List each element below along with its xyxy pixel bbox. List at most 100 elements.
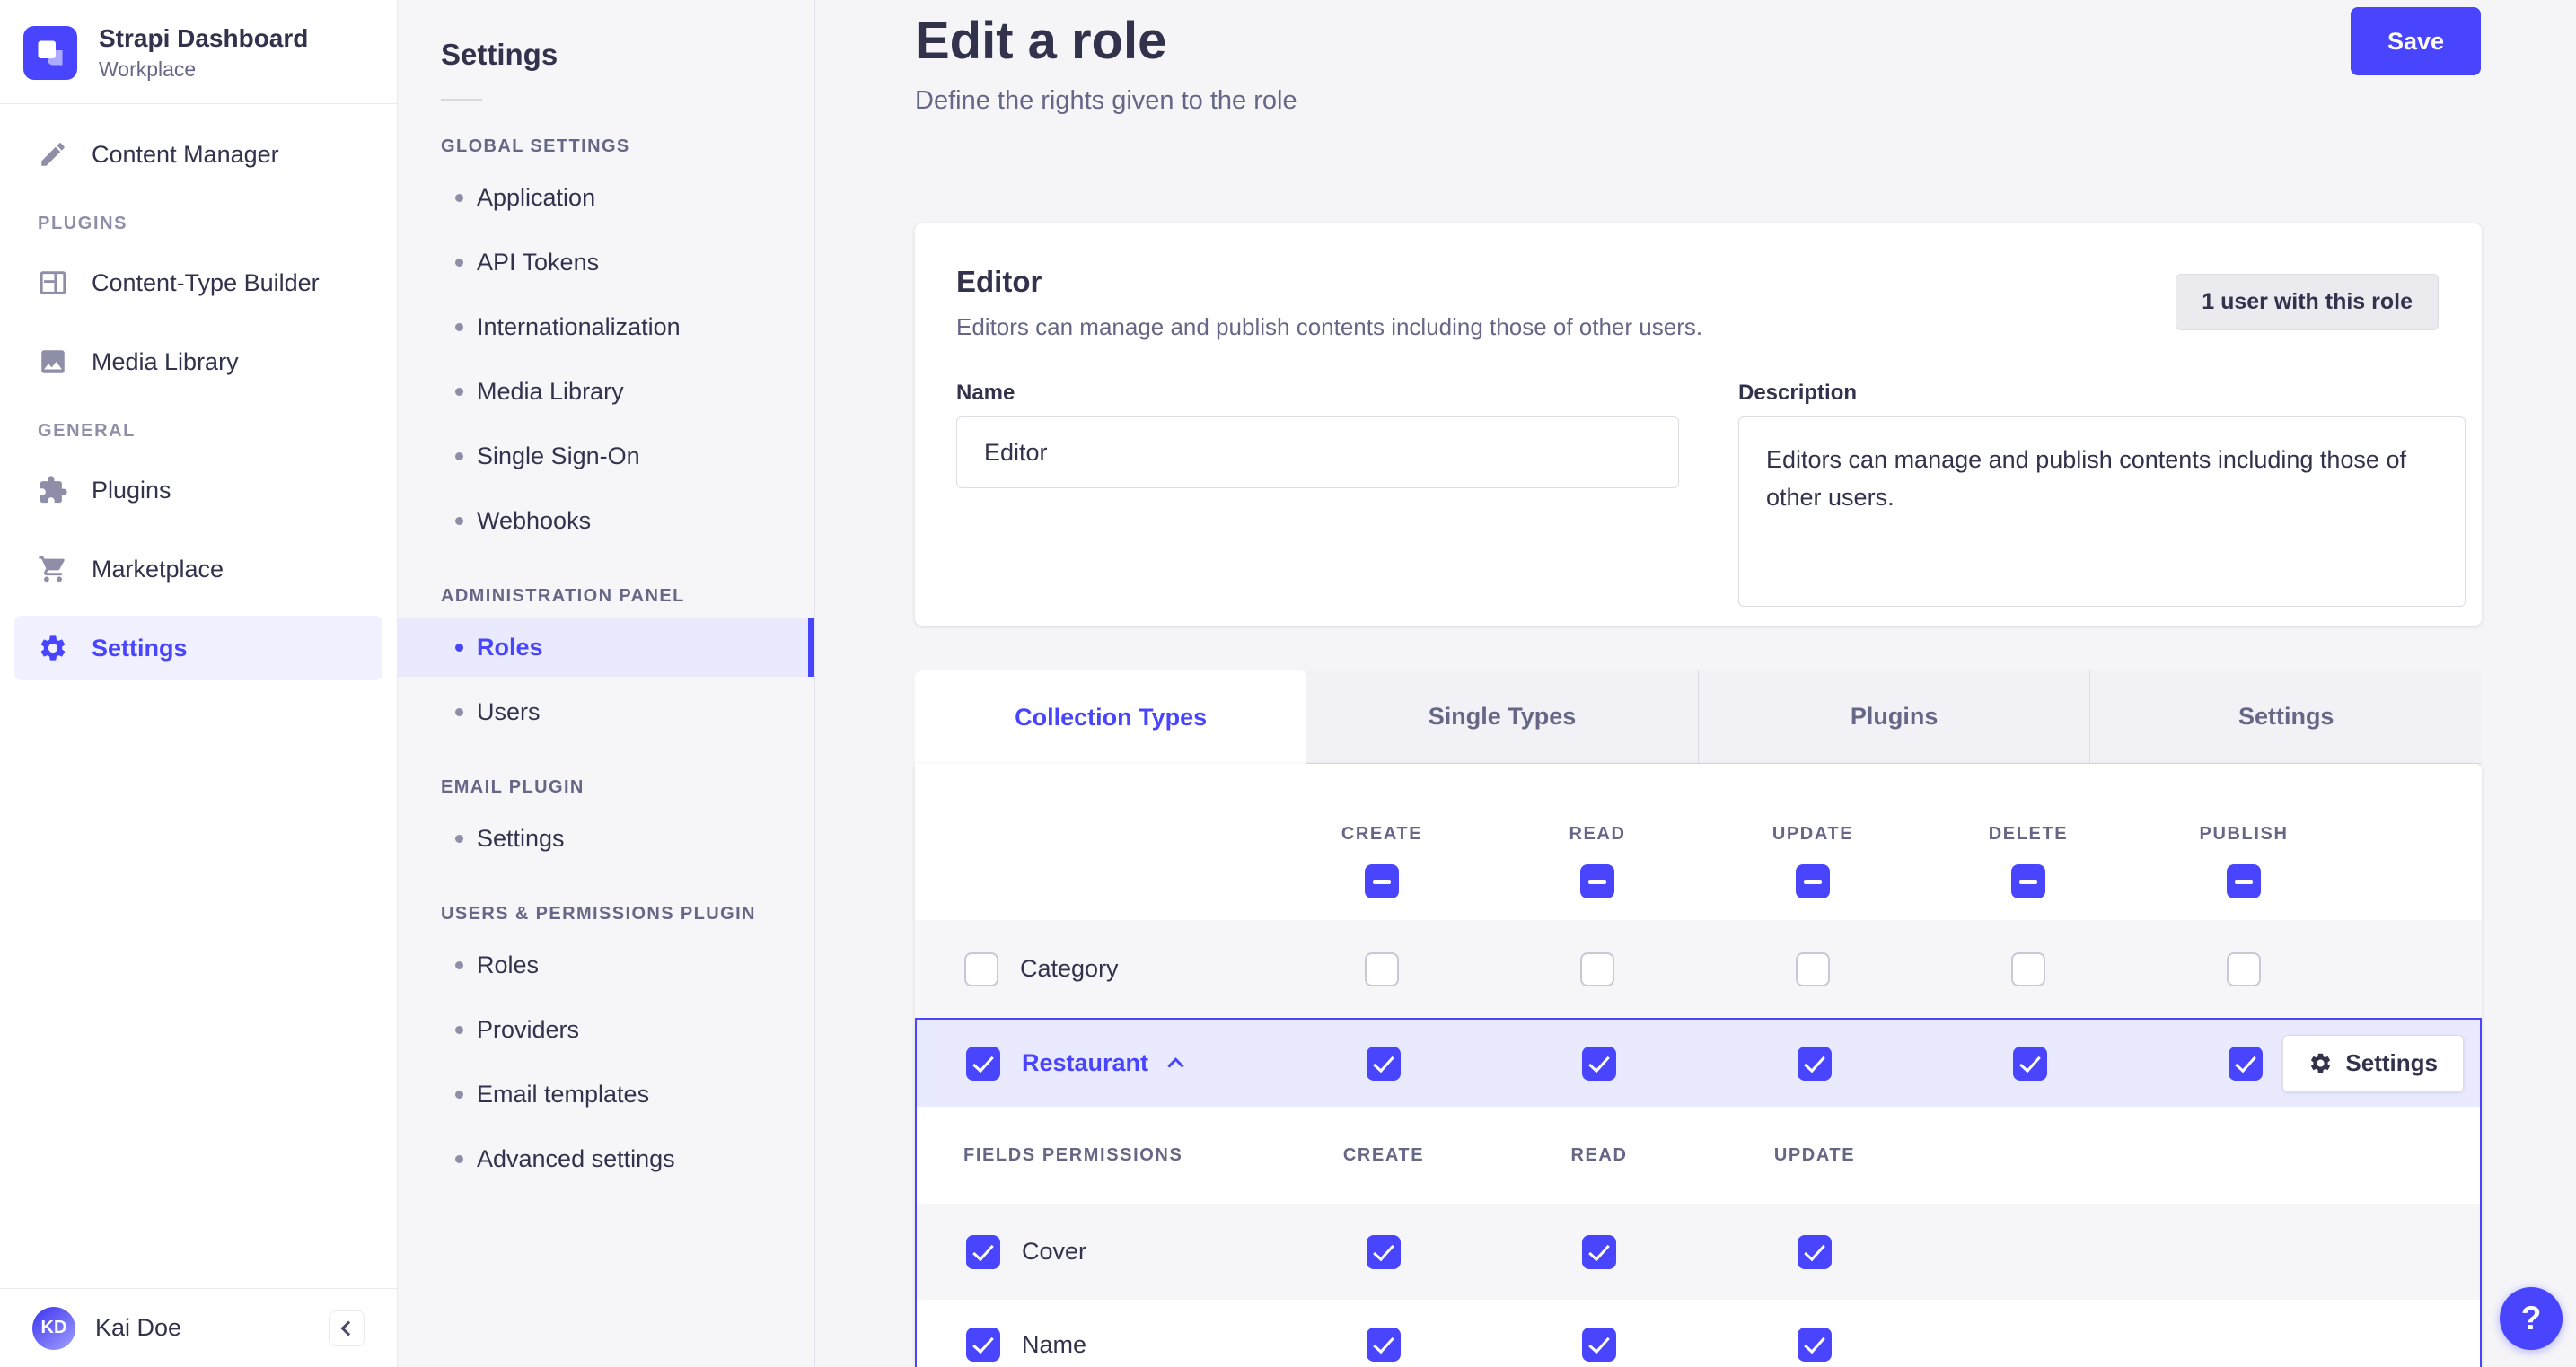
category-delete-checkbox[interactable] [2011, 951, 2045, 986]
category-read-checkbox[interactable] [1580, 951, 1614, 986]
fields-column-read: READ [1570, 1144, 1628, 1165]
table-row-cover: Cover [917, 1204, 2480, 1300]
name-read-checkbox[interactable] [1582, 1328, 1616, 1362]
subnav-item-webhooks[interactable]: Webhooks [398, 491, 814, 550]
subnav-item-advanced-settings[interactable]: Advanced settings [398, 1129, 814, 1188]
category-row-checkbox[interactable] [964, 951, 998, 986]
content-type-builder-icon [38, 267, 68, 298]
save-button[interactable]: Save [2350, 7, 2481, 75]
subnav-item-single-sign-on[interactable]: Single Sign-On [398, 426, 814, 486]
cover-update-checkbox[interactable] [1798, 1234, 1832, 1269]
role-card: Editor Editors can manage and publish co… [915, 223, 2482, 626]
tab-collection-types[interactable]: Collection Types [915, 670, 1307, 764]
gear-icon [38, 633, 68, 663]
chevron-left-icon [340, 1320, 356, 1336]
restaurant-read-checkbox[interactable] [1582, 1046, 1616, 1081]
sidebar-item-label: Media Library [92, 347, 239, 375]
column-label-publish: PUBLISH [2199, 823, 2289, 844]
row-label-name: Name [1022, 1330, 1087, 1358]
column-label-create: CREATE [1341, 823, 1423, 844]
select-all-delete-checkbox[interactable] [2011, 863, 2045, 898]
fields-permissions-title: FIELDS PERMISSIONS [963, 1144, 1183, 1165]
permissions-header-row: CREATE READ UPDATE DELETE PUBLISH [915, 764, 2482, 920]
workspace-brand[interactable]: Strapi Dashboard Workplace [0, 0, 397, 82]
subnav-item-providers[interactable]: Providers [398, 1000, 814, 1059]
help-button[interactable]: ? [2500, 1287, 2563, 1350]
tab-settings[interactable]: Settings [2089, 670, 2482, 763]
sidebar-item-settings[interactable]: Settings [14, 616, 382, 680]
content-manager-icon [38, 139, 68, 170]
user-name: Kai Doe [95, 1314, 182, 1341]
subnav-section-administration-panel: ADMINISTRATION PANEL [441, 586, 685, 606]
cart-icon [38, 554, 68, 584]
restaurant-publish-checkbox[interactable] [2229, 1046, 2263, 1081]
category-update-checkbox[interactable] [1796, 951, 1830, 986]
collapse-sidebar-button[interactable] [329, 1310, 365, 1346]
sidebar-item-marketplace[interactable]: Marketplace [14, 537, 382, 601]
workspace-title: Strapi Dashboard [99, 24, 309, 52]
cover-create-checkbox[interactable] [1367, 1234, 1401, 1269]
row-label-category[interactable]: Category [1020, 955, 1119, 983]
select-all-publish-checkbox[interactable] [2227, 863, 2261, 898]
column-label-read: READ [1569, 823, 1626, 844]
select-all-create-checkbox[interactable] [1365, 863, 1399, 898]
tab-single-types[interactable]: Single Types [1306, 670, 1698, 763]
cover-read-checkbox[interactable] [1582, 1234, 1616, 1269]
subnav-item-internationalization[interactable]: Internationalization [398, 297, 814, 356]
name-row-checkbox[interactable] [966, 1328, 1000, 1362]
category-publish-checkbox[interactable] [2227, 951, 2261, 986]
workspace-subtitle: Workplace [99, 57, 197, 81]
subnav-item-api-tokens[interactable]: API Tokens [398, 232, 814, 292]
puzzle-icon [38, 475, 68, 505]
role-description-textarea[interactable]: Editors can manage and publish contents … [1738, 416, 2466, 607]
table-row-restaurant: Restaurant Settings [917, 1020, 2480, 1107]
row-label-restaurant[interactable]: Restaurant [1022, 1049, 1148, 1077]
sidebar-item-plugins[interactable]: Plugins [14, 458, 382, 522]
select-all-update-checkbox[interactable] [1796, 863, 1830, 898]
cover-row-checkbox[interactable] [966, 1234, 1000, 1269]
select-all-read-checkbox[interactable] [1580, 863, 1614, 898]
row-label-cover: Cover [1022, 1238, 1087, 1265]
permissions-panel: CREATE READ UPDATE DELETE PUBLISH Catego… [915, 764, 2482, 1367]
subnav-section-users-permissions-plugin: USERS & PERMISSIONS PLUGIN [441, 904, 756, 924]
chevron-up-icon[interactable] [1167, 1057, 1184, 1074]
gear-icon [2308, 1051, 2333, 1075]
sidebar-item-content-type-builder[interactable]: Content-Type Builder [14, 250, 382, 315]
sidebar-item-label: Plugins [92, 476, 171, 504]
sidebar-item-label: Marketplace [92, 555, 224, 583]
subnav-section-global-settings: GLOBAL SETTINGS [441, 136, 630, 156]
restaurant-row-checkbox[interactable] [966, 1046, 1000, 1081]
subnav-item-roles[interactable]: Roles [398, 618, 814, 677]
table-row-name: Name [917, 1300, 2480, 1367]
sidebar-item-content-manager[interactable]: Content Manager [14, 122, 382, 187]
category-create-checkbox[interactable] [1365, 951, 1399, 986]
subnav-item-media-library[interactable]: Media Library [398, 362, 814, 421]
permissions-tabs: Collection Types Single Types Plugins Se… [915, 670, 2482, 764]
sidebar-item-label: Content Manager [92, 140, 279, 168]
name-create-checkbox[interactable] [1367, 1328, 1401, 1362]
main-content: Edit a role Define the rights given to t… [815, 0, 2576, 1367]
restaurant-settings-button[interactable]: Settings [2282, 1034, 2464, 1092]
column-label-delete: DELETE [1988, 823, 2069, 844]
strapi-logo-icon [23, 25, 77, 80]
role-name-input[interactable] [956, 416, 1679, 488]
restaurant-create-checkbox[interactable] [1367, 1046, 1401, 1081]
nav-section-general: GENERAL [38, 421, 136, 441]
sidebar-item-media-library[interactable]: Media Library [14, 329, 382, 394]
restaurant-delete-checkbox[interactable] [2013, 1046, 2047, 1081]
subnav-item-email-settings[interactable]: Settings [398, 809, 814, 868]
users-with-role-button[interactable]: 1 user with this role [2176, 274, 2439, 330]
restaurant-update-checkbox[interactable] [1798, 1046, 1832, 1081]
description-field-label: Description [1738, 381, 1858, 405]
table-row-category: Category [915, 920, 2482, 1018]
subnav-item-up-roles[interactable]: Roles [398, 935, 814, 995]
tab-plugins[interactable]: Plugins [1697, 670, 2090, 763]
media-library-icon [38, 346, 68, 377]
main-navigation: Strapi Dashboard Workplace Content Manag… [0, 0, 398, 1367]
subnav-title: Settings [441, 38, 558, 71]
avatar[interactable]: KD [32, 1306, 75, 1350]
name-update-checkbox[interactable] [1798, 1328, 1832, 1362]
subnav-item-email-templates[interactable]: Email templates [398, 1065, 814, 1124]
subnav-item-users[interactable]: Users [398, 682, 814, 741]
subnav-item-application[interactable]: Application [398, 168, 814, 227]
